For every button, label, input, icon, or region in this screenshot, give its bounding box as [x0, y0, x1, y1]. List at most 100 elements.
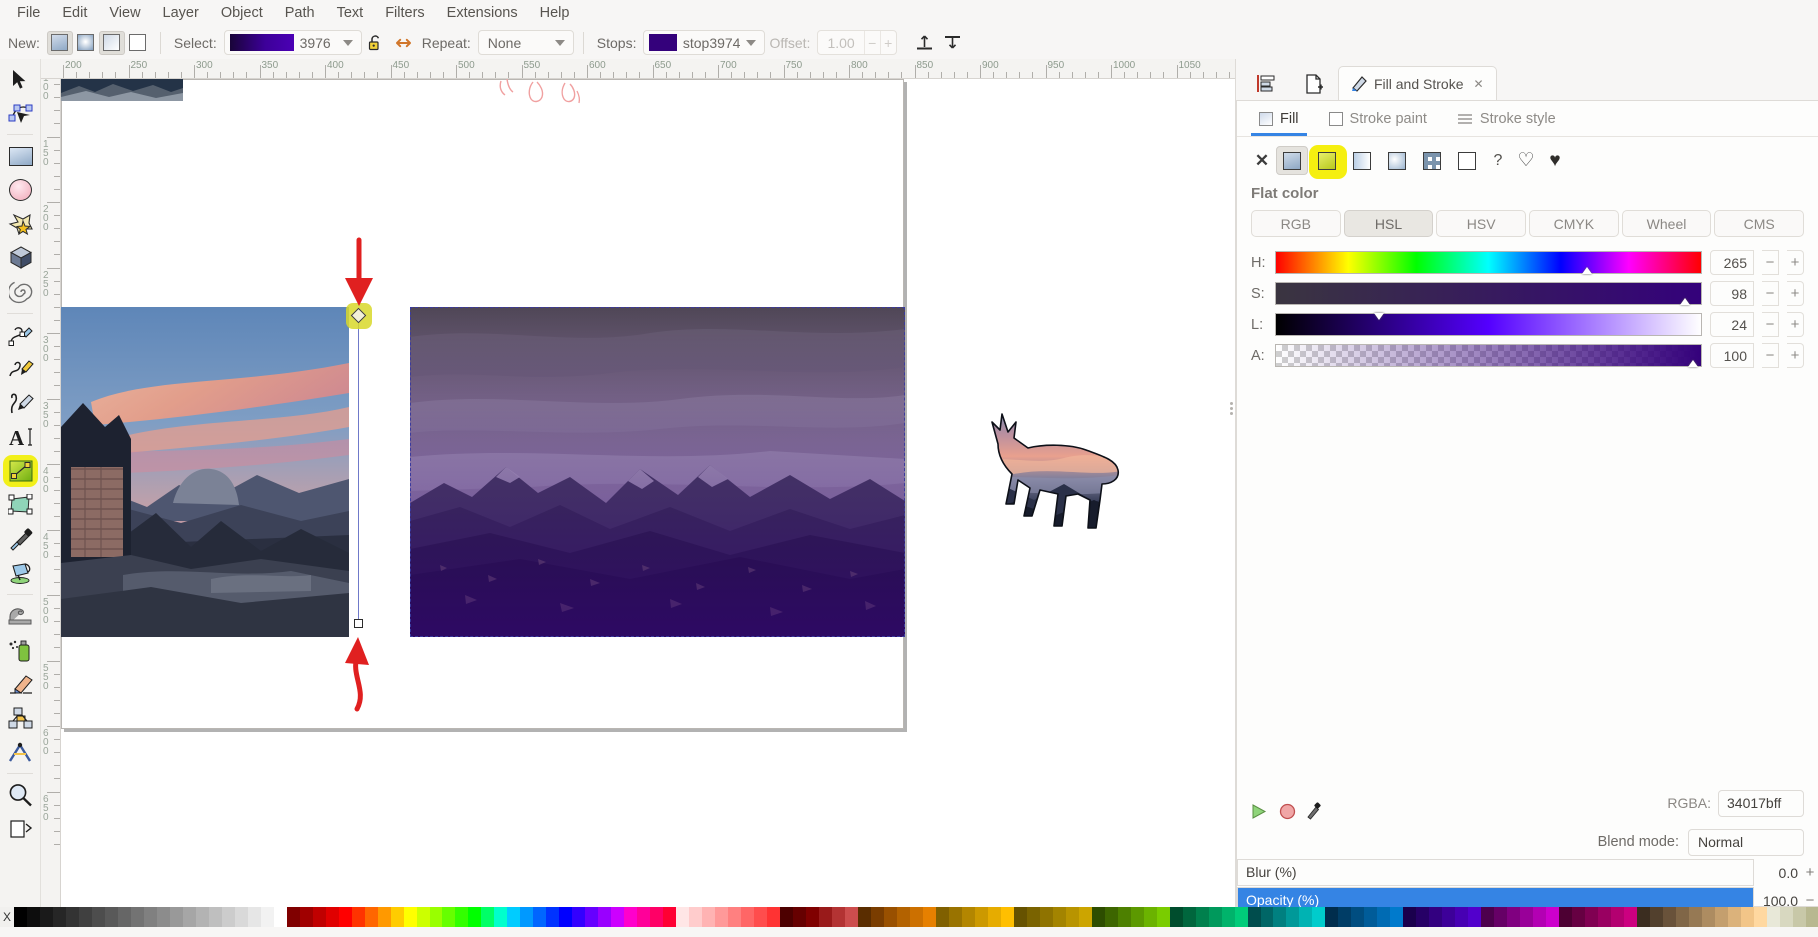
hsl-model-button[interactable]: HSL [1344, 210, 1434, 237]
dropper-tool[interactable] [0, 522, 41, 556]
palette-swatch[interactable] [1273, 907, 1286, 927]
tweak-tool[interactable] [0, 599, 41, 633]
rectangle-tool[interactable] [0, 139, 41, 173]
blur-slider[interactable]: Blur (%) [1237, 859, 1754, 886]
palette-swatch[interactable] [1390, 907, 1403, 927]
palette-swatch[interactable] [1403, 907, 1416, 927]
alpha-decrement[interactable]: − [1762, 343, 1779, 368]
reverse-gradient-button[interactable] [390, 30, 418, 56]
palette-swatch[interactable] [793, 907, 806, 927]
palette-swatch[interactable] [520, 907, 533, 927]
palette-swatch[interactable] [1351, 907, 1364, 927]
palette-swatch[interactable] [1481, 907, 1494, 927]
palette-swatch[interactable] [741, 907, 754, 927]
palette-swatch[interactable] [507, 907, 520, 927]
zoom-tool[interactable] [0, 778, 41, 812]
palette-swatch[interactable] [1105, 907, 1118, 927]
palette-swatch[interactable] [313, 907, 326, 927]
palette-swatch[interactable] [1248, 907, 1261, 927]
ellipse-tool[interactable] [0, 173, 41, 207]
palette-swatch[interactable] [300, 907, 313, 927]
photo-mountain-range-gradient[interactable] [410, 307, 905, 637]
cmyk-model-button[interactable]: CMYK [1529, 210, 1619, 237]
palette-swatch[interactable] [53, 907, 66, 927]
vertical-ruler[interactable]: 100150200250300350400450500550600650 [41, 79, 61, 907]
palette-swatch[interactable] [1650, 907, 1663, 927]
menu-layer[interactable]: Layer [152, 3, 210, 23]
palette-swatch[interactable] [715, 907, 728, 927]
flat-color-button[interactable] [1276, 146, 1308, 175]
palette-swatch[interactable] [14, 907, 27, 927]
palette-swatch[interactable] [468, 907, 481, 927]
menu-text[interactable]: Text [326, 3, 375, 23]
alpha-knob[interactable] [1688, 360, 1698, 367]
palette-swatch[interactable] [650, 907, 663, 927]
menu-edit[interactable]: Edit [51, 3, 98, 23]
palette-swatch[interactable] [702, 907, 715, 927]
tab-fill[interactable]: Fill [1245, 102, 1313, 136]
palette-swatch[interactable] [222, 907, 235, 927]
objects-tab[interactable] [1242, 66, 1290, 100]
palette-swatch[interactable] [1507, 907, 1520, 927]
palette-swatch[interactable] [274, 907, 287, 927]
palette-swatch[interactable] [417, 907, 430, 927]
gradient-tool[interactable] [0, 454, 41, 488]
close-icon[interactable]: ✕ [1473, 77, 1483, 91]
lightness-increment[interactable]: + [1787, 312, 1804, 337]
palette-swatch[interactable] [1196, 907, 1209, 927]
calligraphy-tool[interactable] [0, 352, 41, 386]
palette-swatch[interactable] [910, 907, 923, 927]
palette-swatch[interactable] [1715, 907, 1728, 927]
palette-swatch[interactable] [1611, 907, 1624, 927]
palette-swatch[interactable] [430, 907, 443, 927]
palette-swatch[interactable] [676, 907, 689, 927]
palette-swatch[interactable] [975, 907, 988, 927]
palette-swatch[interactable] [936, 907, 949, 927]
palette-swatch[interactable] [585, 907, 598, 927]
palette-swatch[interactable] [1183, 907, 1196, 927]
palette-swatch[interactable] [1066, 907, 1079, 927]
menu-extensions[interactable]: Extensions [436, 3, 529, 23]
tab-stroke-style[interactable]: Stroke style [1443, 102, 1570, 136]
palette-swatch[interactable] [248, 907, 261, 927]
gradient-line[interactable] [358, 317, 359, 627]
palette-swatch[interactable] [1624, 907, 1637, 927]
palette-swatch[interactable] [131, 907, 144, 927]
palette-swatch[interactable] [559, 907, 572, 927]
palette-swatch[interactable] [1754, 907, 1767, 927]
palette-swatch[interactable] [1780, 907, 1793, 927]
menu-help[interactable]: Help [529, 3, 581, 23]
palette-swatch[interactable] [754, 907, 767, 927]
nonzero-fillrule-button[interactable]: ♥ [1542, 150, 1568, 172]
palette-swatch[interactable] [1027, 907, 1040, 927]
new-radial-gradient-button[interactable] [73, 31, 99, 55]
palette-swatch[interactable] [767, 907, 780, 927]
palette-swatch[interactable] [819, 907, 832, 927]
palette-swatch[interactable] [40, 907, 53, 927]
palette-swatch[interactable] [1468, 907, 1481, 927]
palette-swatch[interactable] [1520, 907, 1533, 927]
top-strip-image[interactable] [61, 79, 183, 101]
eraser-tool[interactable] [0, 667, 41, 701]
gradient-end-handle[interactable] [354, 619, 363, 628]
palette-swatch[interactable] [1118, 907, 1131, 927]
palette-swatch[interactable] [455, 907, 468, 927]
palette-swatch[interactable] [624, 907, 637, 927]
spray-tool[interactable] [0, 633, 41, 667]
palette-swatch[interactable] [1092, 907, 1105, 927]
palette-swatch[interactable] [1040, 907, 1053, 927]
menu-object[interactable]: Object [210, 3, 274, 23]
palette-swatch[interactable] [832, 907, 845, 927]
palette-swatch[interactable] [339, 907, 352, 927]
palette-swatch[interactable] [1131, 907, 1144, 927]
lightness-slider[interactable] [1275, 313, 1702, 336]
palette-swatch[interactable] [1663, 907, 1676, 927]
palette-swatch[interactable] [326, 907, 339, 927]
connector-tool[interactable] [0, 701, 41, 735]
palette-swatch[interactable] [1416, 907, 1429, 927]
horizontal-ruler[interactable]: 2002503003504004505005506006507007508008… [41, 59, 1235, 79]
palette-swatch[interactable] [66, 907, 79, 927]
alpha-increment[interactable]: + [1787, 343, 1804, 368]
palette-swatch[interactable] [1312, 907, 1325, 927]
stops-combo[interactable]: stop3974 [643, 30, 765, 55]
